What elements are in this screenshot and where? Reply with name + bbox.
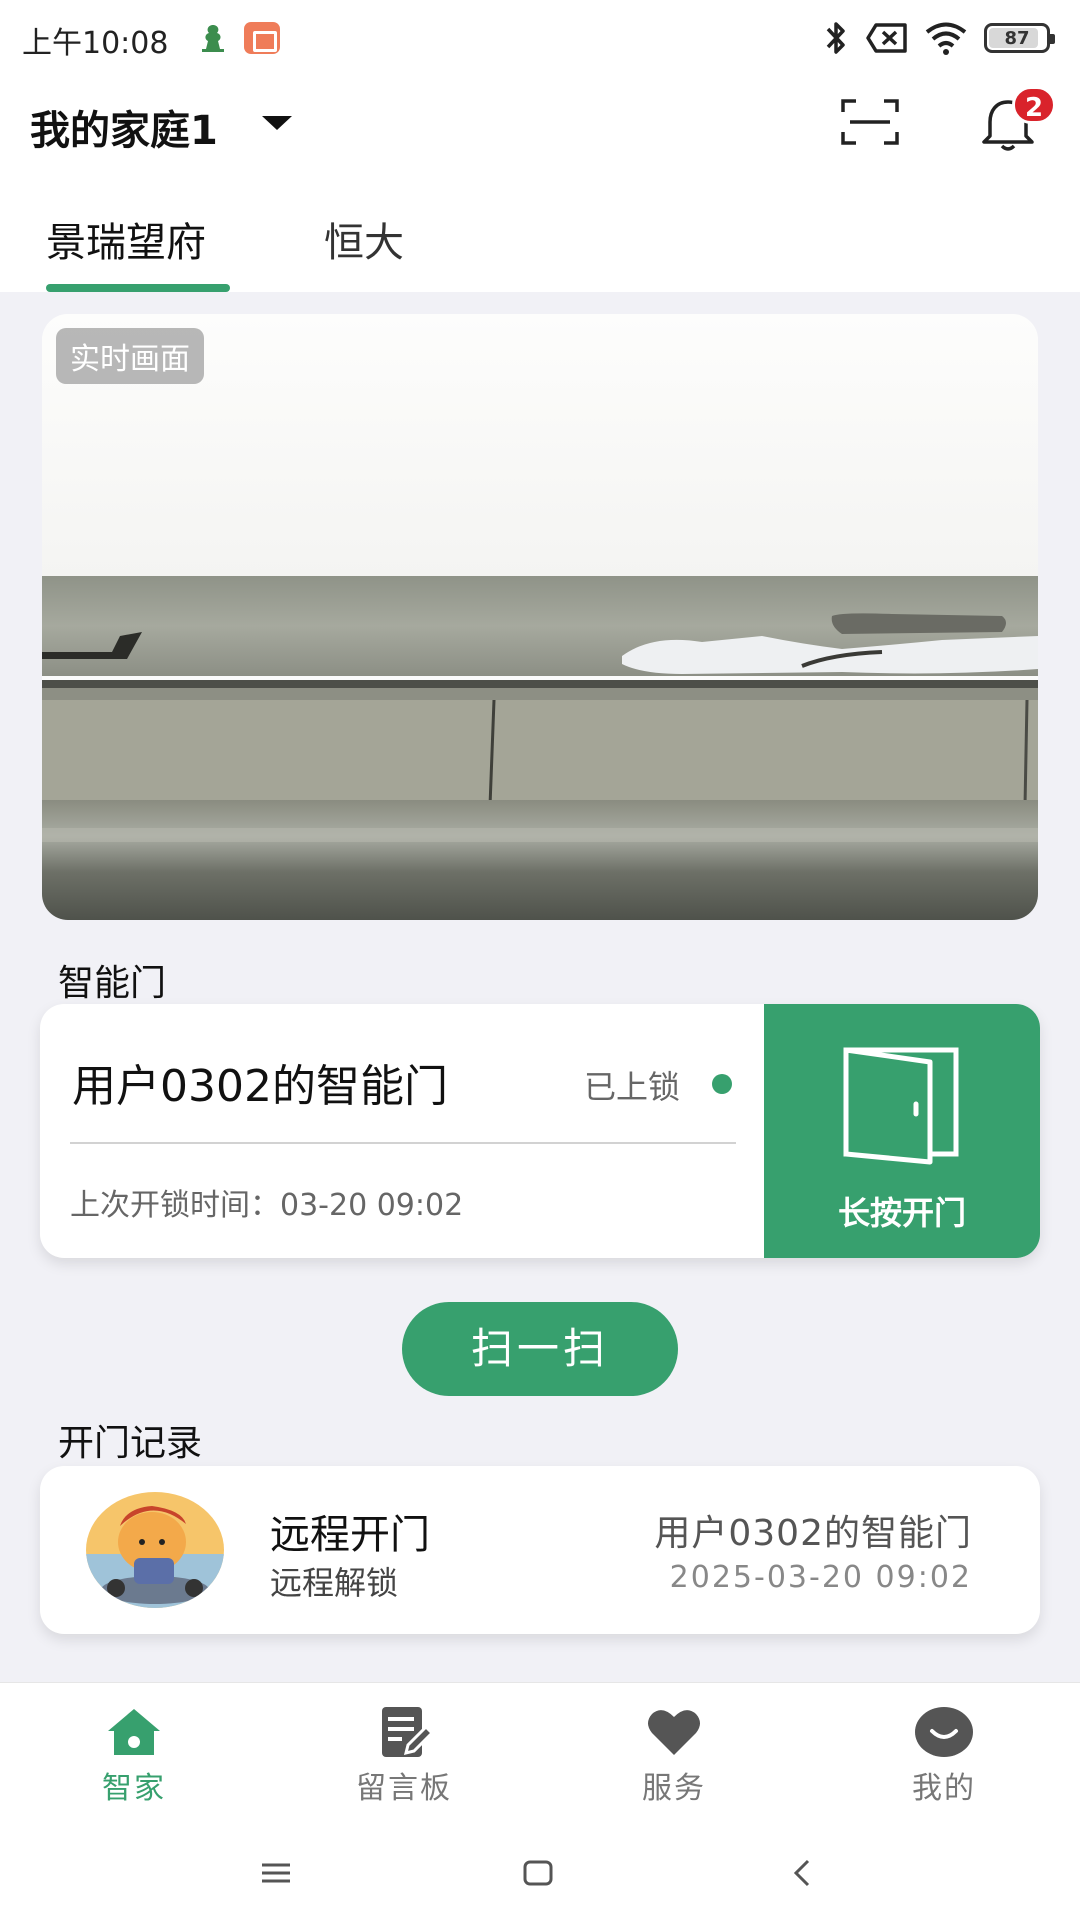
open-button-label: 长按开门 bbox=[837, 1194, 966, 1232]
divider bbox=[70, 1142, 736, 1144]
app-notification-icon bbox=[202, 25, 224, 52]
door-icon bbox=[843, 1047, 959, 1165]
lock-status-dot bbox=[712, 1074, 732, 1094]
unlock-record-item[interactable]: 远程开门 远程解锁 用户0302的智能门 2025-03-20 09:02 bbox=[40, 1466, 1040, 1634]
status-bar: 上午10:08 87 bbox=[0, 0, 1080, 76]
nav-item-mine[interactable]: 我的 bbox=[854, 1705, 1034, 1815]
nav-item-home[interactable]: 智家 bbox=[44, 1705, 224, 1815]
long-press-open-button[interactable]: 长按开门 bbox=[764, 1004, 1040, 1258]
smart-door-card[interactable]: 用户0302的智能门 已上锁 上次开锁时间：03-20 09:02 长按开门 bbox=[40, 1004, 1040, 1258]
records-section-title: 开门记录 bbox=[58, 1423, 203, 1464]
app-header: 我的家庭1 2 bbox=[0, 86, 1080, 156]
lock-status: 已上锁 bbox=[584, 1068, 681, 1106]
note-edit-icon bbox=[382, 1707, 434, 1757]
avatar bbox=[86, 1492, 224, 1608]
last-unlock-time: 上次开锁时间：03-20 09:02 bbox=[70, 1188, 464, 1223]
back-icon[interactable] bbox=[772, 1843, 832, 1903]
nav-label-mine: 我的 bbox=[912, 1771, 976, 1806]
home-square-icon[interactable] bbox=[508, 1843, 568, 1903]
scan-icon[interactable] bbox=[840, 98, 900, 146]
caret-down-icon[interactable] bbox=[262, 116, 292, 130]
door-name: 用户0302的智能门 bbox=[72, 1061, 448, 1112]
live-view-badge: 实时画面 bbox=[56, 328, 204, 384]
profile-icon bbox=[915, 1707, 973, 1757]
system-nav-bar bbox=[0, 1843, 1080, 1920]
nav-label-message-board: 留言板 bbox=[356, 1771, 452, 1806]
nav-label-home: 智家 bbox=[102, 1771, 166, 1806]
menu-icon[interactable] bbox=[246, 1843, 306, 1903]
tab-jingrui[interactable]: 景瑞望府 bbox=[46, 210, 206, 268]
notification-badge: 2 bbox=[1012, 86, 1057, 124]
sim-off-icon bbox=[866, 23, 907, 53]
status-indicators: 87 bbox=[822, 18, 1055, 58]
bottom-nav: 智家 留言板 服务 我的 bbox=[0, 1682, 1080, 1920]
smart-door-section-title: 智能门 bbox=[58, 963, 167, 1004]
record-type: 远程开门 bbox=[270, 1512, 430, 1558]
bluetooth-icon bbox=[826, 22, 845, 54]
home-icon bbox=[108, 1709, 160, 1755]
wifi-icon bbox=[925, 22, 967, 55]
battery-text: 87 bbox=[1004, 27, 1030, 49]
community-tabs: 景瑞望府 恒大 bbox=[0, 204, 1080, 292]
nav-item-service[interactable]: 服务 bbox=[584, 1705, 764, 1815]
shopping-app-icon bbox=[244, 22, 280, 54]
battery-icon: 87 bbox=[984, 23, 1055, 53]
scan-button[interactable]: 扫一扫 bbox=[402, 1302, 678, 1396]
camera-live-view[interactable]: 实时画面 bbox=[42, 314, 1038, 920]
heart-icon bbox=[648, 1710, 700, 1755]
nav-label-service: 服务 bbox=[642, 1771, 706, 1806]
record-door-name: 用户0302的智能门 bbox=[654, 1513, 972, 1554]
status-time: 上午10:08 bbox=[22, 26, 169, 61]
family-selector[interactable]: 我的家庭1 bbox=[30, 98, 218, 156]
tab-indicator bbox=[46, 284, 230, 292]
nav-item-message-board[interactable]: 留言板 bbox=[314, 1705, 494, 1815]
record-method: 远程解锁 bbox=[270, 1564, 399, 1602]
camera-frame-image bbox=[42, 314, 1038, 920]
tab-hengda[interactable]: 恒大 bbox=[324, 210, 404, 268]
record-time: 2025-03-20 09:02 bbox=[669, 1560, 972, 1595]
